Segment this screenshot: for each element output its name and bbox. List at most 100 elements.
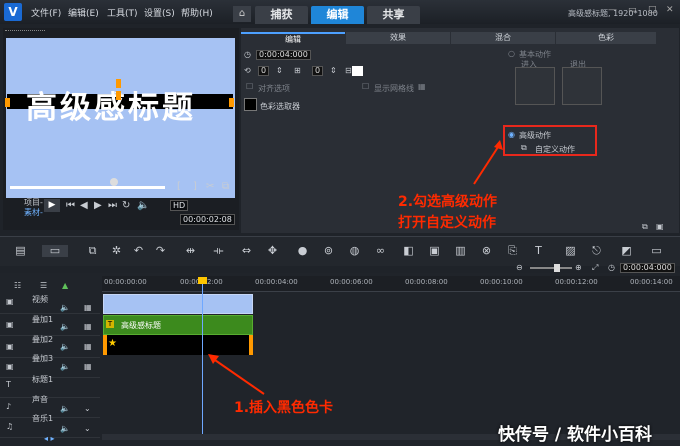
playhead-line[interactable]: [202, 280, 203, 440]
text-icon[interactable]: T: [532, 245, 545, 257]
zoom-slider[interactable]: [530, 267, 572, 269]
snapshot-icon[interactable]: ⧉: [222, 181, 229, 192]
multicam-icon[interactable]: ▣: [428, 245, 441, 257]
move-icon[interactable]: ✥: [266, 245, 279, 257]
grid-settings-icon[interactable]: ▦: [418, 82, 426, 91]
close-icon[interactable]: ✕: [666, 5, 676, 15]
timeline-view-toggle-icon[interactable]: ☰: [40, 281, 47, 290]
audio-duck-icon[interactable]: ◍: [348, 245, 361, 257]
repeat-icon[interactable]: ↻: [122, 200, 130, 211]
ripple-icon[interactable]: ⇔: [240, 245, 253, 257]
fit-icon[interactable]: ⇹: [184, 245, 197, 257]
value2-field[interactable]: 0: [312, 66, 324, 76]
add-track-icon[interactable]: ▲: [62, 281, 68, 290]
tab-capture[interactable]: 捕获: [255, 6, 308, 24]
panel-collapse-icon[interactable]: ▣: [656, 222, 664, 231]
expand-icon[interactable]: ⌄: [84, 424, 91, 433]
seek-knob[interactable]: [110, 178, 118, 186]
home-start-icon[interactable]: ⏮: [66, 200, 75, 211]
seek-bar[interactable]: [10, 186, 165, 189]
video-clip[interactable]: [103, 294, 253, 314]
mask-icon[interactable]: ▨: [564, 245, 577, 257]
home-icon[interactable]: ⌂: [233, 6, 251, 22]
spin1-icon[interactable]: ⇕: [276, 66, 283, 75]
cut-icon[interactable]: ✂: [206, 181, 214, 192]
color-swatch-white[interactable]: [352, 66, 363, 76]
left-handle[interactable]: [5, 98, 10, 107]
center-handle[interactable]: [116, 91, 121, 100]
spin2-icon[interactable]: ⇕: [330, 66, 337, 75]
grid-checkbox[interactable]: ☐: [362, 82, 369, 91]
menu-tools[interactable]: 工具(T): [107, 6, 138, 19]
preview-title-text[interactable]: 高级感标题: [26, 82, 196, 127]
storyboard-view-icon[interactable]: ▤: [14, 245, 27, 257]
photo-icon[interactable]: ◩: [620, 245, 633, 257]
mute-icon[interactable]: 🔈: [60, 404, 70, 413]
basic-motion-radio[interactable]: ○: [508, 49, 515, 58]
clip-mode-label[interactable]: 素材-: [24, 207, 43, 218]
track-toggle-icon[interactable]: ▦: [84, 342, 92, 351]
track-manager-icon[interactable]: ☷: [14, 281, 21, 290]
subtab-blend[interactable]: 混合: [451, 32, 555, 44]
panel-expand-icon[interactable]: ⧉: [642, 222, 648, 232]
subtab-color[interactable]: 色彩: [556, 32, 656, 44]
smart-proxy-icon[interactable]: ⊗: [480, 245, 493, 257]
color-picker-swatch[interactable]: [244, 98, 257, 111]
enter-direction-grid[interactable]: [515, 67, 555, 105]
expand-icon[interactable]: ⌄: [84, 404, 91, 413]
track-nav-icon[interactable]: ◂ ▸: [44, 434, 55, 443]
mark-in-icon[interactable]: [: [177, 181, 181, 192]
next-frame-icon[interactable]: ▶: [94, 200, 102, 211]
tab-edit[interactable]: 编辑: [311, 6, 364, 24]
end-icon[interactable]: ⏭: [108, 200, 117, 211]
restore-icon[interactable]: ▭: [628, 5, 638, 15]
minimize-icon[interactable]: —: [608, 5, 618, 15]
swatch-icon[interactable]: ⊟: [345, 66, 352, 75]
custom-motion-label[interactable]: 自定义动作: [535, 144, 575, 155]
tool-mix-icon[interactable]: ✲: [110, 245, 123, 257]
audio-mix-icon[interactable]: ⊚: [322, 245, 335, 257]
record-icon[interactable]: ●: [296, 245, 309, 257]
redo-icon[interactable]: ↷: [154, 245, 167, 257]
menu-settings[interactable]: 设置(S): [144, 6, 175, 19]
mute-icon[interactable]: 🔈: [60, 424, 70, 433]
track-toggle-icon[interactable]: ▦: [84, 303, 92, 312]
split-icon[interactable]: ⟛: [212, 245, 225, 257]
menu-file[interactable]: 文件(F): [31, 6, 61, 19]
ruler1-icon[interactable]: ⊞: [294, 66, 301, 75]
fit-timeline-icon[interactable]: ⤢: [592, 263, 598, 273]
menu-edit[interactable]: 编辑(E): [68, 6, 99, 19]
subtitle-icon[interactable]: ▭: [650, 245, 663, 257]
subtab-effect[interactable]: 效果: [346, 32, 450, 44]
advanced-motion-radio[interactable]: ◉: [508, 130, 515, 139]
custom-motion-icon[interactable]: ⧉: [521, 143, 527, 153]
timeline-view-icon[interactable]: ▭: [42, 245, 68, 257]
align-checkbox[interactable]: ☐: [246, 82, 253, 91]
track-icon[interactable]: ▥: [454, 245, 467, 257]
track-toggle-icon[interactable]: ▦: [84, 362, 92, 371]
zoom-in-icon[interactable]: ⊕: [575, 263, 582, 272]
mute-icon[interactable]: 🔈: [60, 322, 70, 331]
motion-icon[interactable]: ⎋: [590, 245, 603, 257]
duration-field[interactable]: 0:00:04:000: [256, 50, 311, 60]
preview-timecode[interactable]: 00:00:02:08: [180, 214, 235, 225]
track-toggle-icon[interactable]: ▦: [84, 322, 92, 331]
hd-toggle[interactable]: HD: [170, 200, 189, 211]
top-handle[interactable]: [116, 79, 121, 88]
mute-icon[interactable]: 🔈: [60, 342, 70, 351]
link-icon[interactable]: ∞: [374, 245, 387, 257]
mute-icon[interactable]: 🔈: [60, 362, 70, 371]
maximize-icon[interactable]: □: [648, 5, 658, 15]
cc-icon[interactable]: ⎘: [506, 245, 519, 257]
chapter-icon[interactable]: ◧: [402, 245, 415, 257]
zoom-timecode-field[interactable]: 0:00:04:000: [620, 263, 675, 273]
zoom-out-icon[interactable]: ⊖: [516, 263, 523, 272]
mute-icon[interactable]: 🔈: [60, 303, 70, 312]
menu-help[interactable]: 帮助(H): [181, 6, 213, 19]
mark-out-icon[interactable]: ]: [193, 181, 197, 192]
value1-field[interactable]: 0: [258, 66, 270, 76]
undo-icon[interactable]: ↶: [132, 245, 145, 257]
tab-share[interactable]: 共享: [367, 6, 420, 24]
tool-copy-icon[interactable]: ⧉: [86, 245, 99, 257]
right-handle[interactable]: [229, 98, 234, 107]
